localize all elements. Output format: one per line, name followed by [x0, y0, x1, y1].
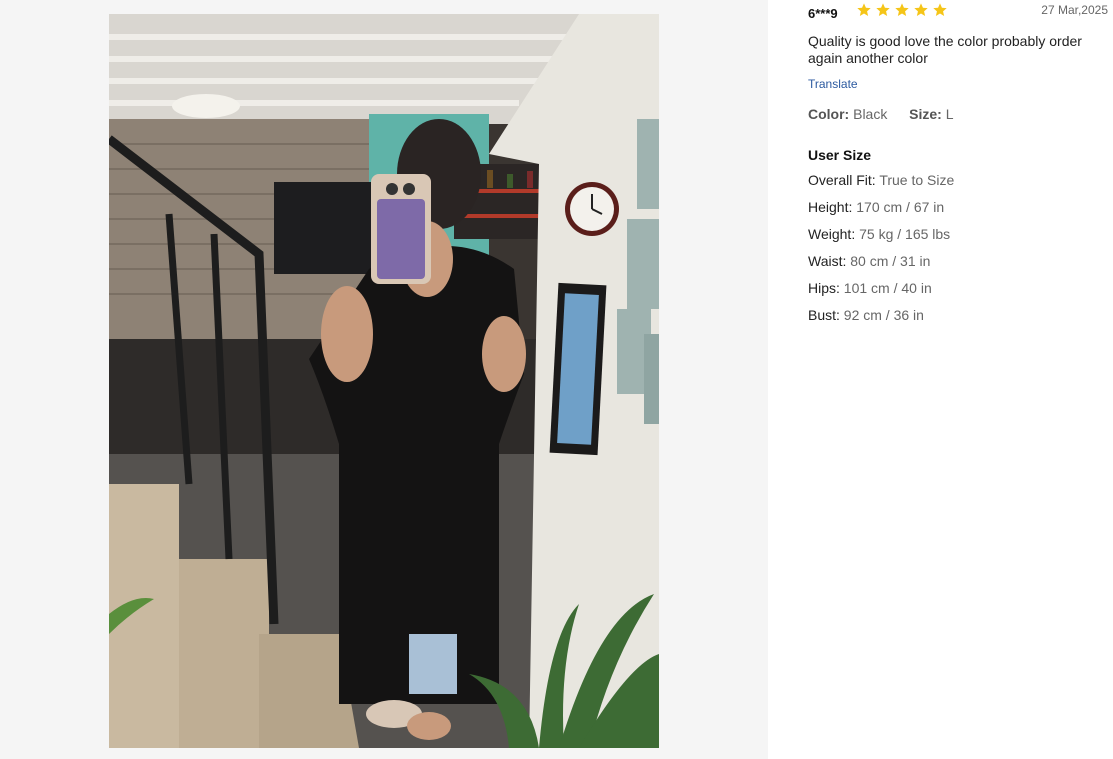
star-icon — [876, 3, 890, 16]
size-row-value: 170 cm / 67 in — [856, 199, 945, 215]
star-icon — [933, 3, 947, 16]
star-rating — [856, 2, 948, 18]
review-date: 27 Mar,2025 — [1041, 3, 1108, 17]
star-icon — [895, 3, 909, 16]
mirror-selfie-illustration — [109, 14, 659, 748]
size-row-label: Weight: — [808, 226, 856, 242]
star-icon — [914, 3, 928, 16]
size-row-value: True to Size — [879, 172, 955, 188]
size-row-value: 92 cm / 36 in — [843, 307, 924, 323]
user-size-title: User Size — [808, 147, 872, 163]
star-icon — [857, 3, 871, 16]
color-label: Color: — [808, 106, 850, 122]
size-label: Size: — [909, 106, 942, 122]
size-row-bust: Bust: 92 cm / 36 in — [808, 302, 1108, 329]
purchased-variant: Color: Black Size: L — [808, 106, 1108, 122]
review-panel: 6***9 27 Mar,2025 Quality is good love t… — [808, 0, 1108, 759]
size-row-label: Hips: — [808, 280, 840, 296]
translate-link[interactable]: Translate — [808, 77, 858, 91]
size-row-overall-fit: Overall Fit: True to Size — [808, 167, 1108, 194]
review-photo[interactable] — [109, 14, 659, 748]
size-row-height: Height: 170 cm / 67 in — [808, 194, 1108, 221]
size-row-weight: Weight: 75 kg / 165 lbs — [808, 221, 1108, 248]
size-row-label: Overall Fit: — [808, 172, 876, 188]
size-row-value: 101 cm / 40 in — [843, 280, 932, 296]
size-row-value: 75 kg / 165 lbs — [859, 226, 951, 242]
reviewer-username: 6***9 — [808, 6, 838, 21]
review-image-gallery — [0, 0, 768, 759]
size-row-label: Waist: — [808, 253, 847, 269]
size-row-hips: Hips: 101 cm / 40 in — [808, 275, 1108, 302]
review-text: Quality is good love the color probably … — [808, 33, 1082, 66]
size-value: L — [945, 106, 954, 122]
size-row-label: Height: — [808, 199, 853, 215]
review-header: 6***9 27 Mar,2025 — [808, 0, 1108, 28]
size-row-waist: Waist: 80 cm / 31 in — [808, 248, 1108, 275]
user-size-list: Overall Fit: True to Size Height: 170 cm… — [808, 167, 1108, 329]
size-row-value: 80 cm / 31 in — [850, 253, 931, 269]
size-row-label: Bust: — [808, 307, 840, 323]
color-value: Black — [853, 106, 888, 122]
